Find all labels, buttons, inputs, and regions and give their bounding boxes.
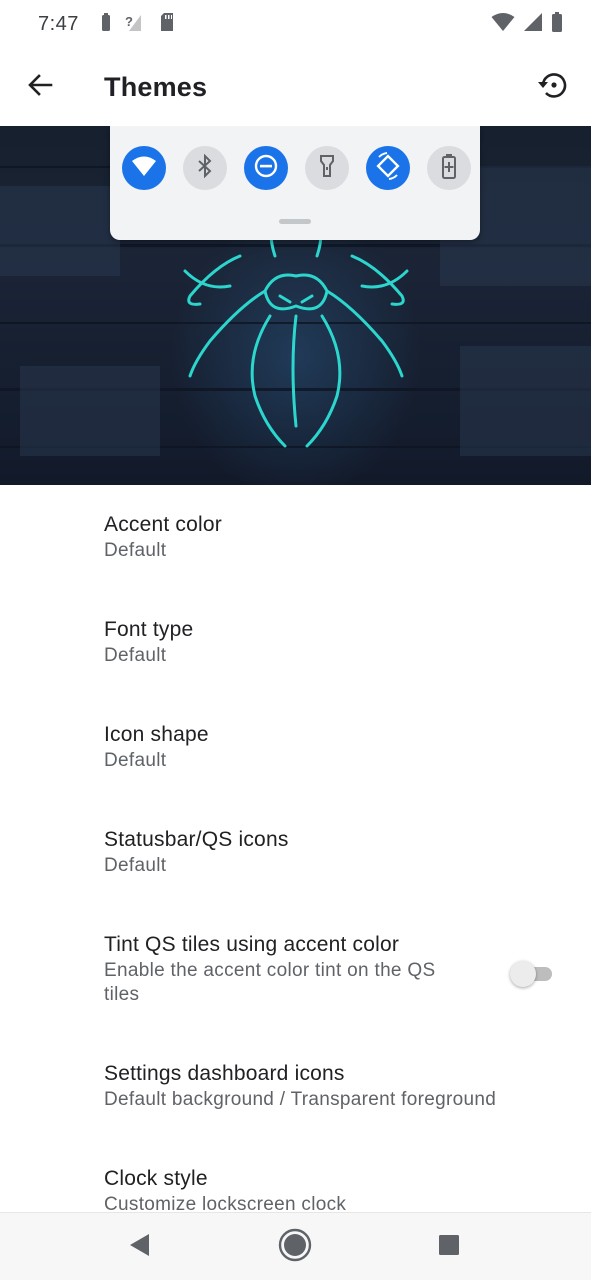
- arrow-back-icon: [27, 73, 53, 102]
- setting-title: Font type: [104, 618, 194, 641]
- setting-summary: Default background / Transparent foregro…: [104, 1089, 497, 1110]
- qs-tile-wifi[interactable]: [122, 146, 166, 190]
- status-notification-icons: ?: [101, 12, 175, 37]
- battery-saver-icon: [101, 12, 111, 37]
- setting-icon-shape[interactable]: Icon shape Default: [0, 721, 591, 773]
- setting-clock-style[interactable]: Clock style Customize lockscreen clock: [0, 1165, 591, 1212]
- qs-drag-handle[interactable]: [279, 219, 311, 224]
- back-triangle-icon: [128, 1232, 152, 1263]
- qs-tile-flashlight[interactable]: [305, 146, 349, 190]
- setting-summary: Default: [104, 855, 167, 876]
- navigation-bar: [0, 1212, 591, 1280]
- wifi-icon: [131, 155, 157, 182]
- settings-list: Accent color Default Font type Default I…: [0, 485, 591, 1212]
- nav-recents-button[interactable]: [429, 1227, 469, 1267]
- no-signal-icon: ?: [125, 12, 145, 37]
- setting-accent-color[interactable]: Accent color Default: [0, 511, 591, 563]
- app-toolbar: Themes: [0, 48, 591, 126]
- history-icon: [535, 70, 567, 105]
- wifi-icon: [491, 12, 515, 37]
- status-system-icons: [491, 11, 563, 38]
- status-bar: 7:47 ?: [0, 0, 591, 48]
- auto-rotate-icon: [374, 151, 402, 185]
- battery-icon: [551, 11, 563, 38]
- battery-saver-icon: [441, 153, 457, 184]
- do-not-disturb-icon: [253, 153, 279, 184]
- setting-title: Icon shape: [104, 723, 209, 746]
- status-time: 7:47: [38, 12, 79, 35]
- setting-title: Statusbar/QS icons: [104, 828, 289, 851]
- reset-button[interactable]: [511, 48, 591, 126]
- setting-summary: Enable the accent color tint on the QS t…: [104, 960, 436, 1005]
- setting-title: Settings dashboard icons: [104, 1062, 345, 1085]
- setting-summary: Default: [104, 750, 167, 771]
- setting-tint-qs-tiles[interactable]: Tint QS tiles using accent color Enable …: [0, 931, 591, 1007]
- home-circle-icon: [277, 1227, 313, 1268]
- qs-tile-battery-saver[interactable]: [427, 146, 471, 190]
- quick-settings-tiles: [122, 146, 471, 190]
- quick-settings-panel: [110, 126, 480, 240]
- setting-summary: Default: [104, 540, 167, 561]
- setting-title: Tint QS tiles using accent color: [104, 933, 400, 956]
- toggle-thumb: [510, 961, 536, 987]
- qs-tile-do-not-disturb[interactable]: [244, 146, 288, 190]
- setting-font-type[interactable]: Font type Default: [0, 616, 591, 668]
- setting-summary: Default: [104, 645, 167, 666]
- setting-statusbar-qs-icons[interactable]: Statusbar/QS icons Default: [0, 826, 591, 878]
- back-button[interactable]: [0, 48, 80, 126]
- page-title: Themes: [104, 71, 208, 102]
- qs-tile-auto-rotate[interactable]: [366, 146, 410, 190]
- flashlight-icon: [319, 154, 335, 183]
- nav-home-button[interactable]: [275, 1227, 315, 1267]
- recents-square-icon: [437, 1233, 461, 1262]
- sd-card-icon: [159, 12, 175, 37]
- setting-dashboard-icons[interactable]: Settings dashboard icons Default backgro…: [0, 1060, 591, 1112]
- tint-qs-tiles-toggle[interactable]: [510, 960, 552, 987]
- qs-tile-bluetooth[interactable]: [183, 146, 227, 190]
- setting-title: Accent color: [104, 513, 222, 536]
- theme-preview: [0, 126, 591, 485]
- setting-title: Clock style: [104, 1167, 208, 1190]
- cell-signal-icon: [523, 12, 543, 37]
- setting-summary: Customize lockscreen clock: [104, 1194, 347, 1212]
- bluetooth-icon: [197, 153, 213, 183]
- svg-text:?: ?: [125, 14, 133, 29]
- nav-back-button[interactable]: [120, 1227, 160, 1267]
